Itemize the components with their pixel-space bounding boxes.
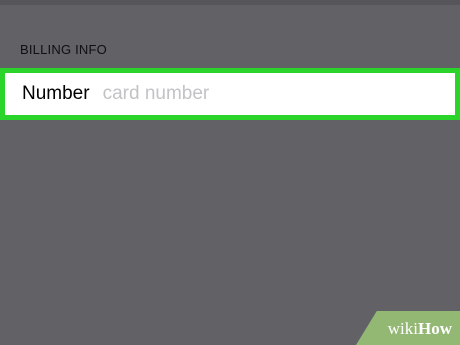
billing-info-header: BILLING INFO <box>20 42 107 57</box>
watermark-logo: wikiHow <box>388 319 452 339</box>
top-strip <box>0 0 460 5</box>
card-number-input[interactable] <box>102 83 403 105</box>
card-number-label: Number <box>22 83 90 104</box>
watermark-text-wiki: wiki <box>387 319 418 338</box>
wikihow-watermark: wikiHow <box>356 311 460 345</box>
card-number-row[interactable]: Number <box>0 68 460 120</box>
watermark-text-how: How <box>418 319 452 338</box>
